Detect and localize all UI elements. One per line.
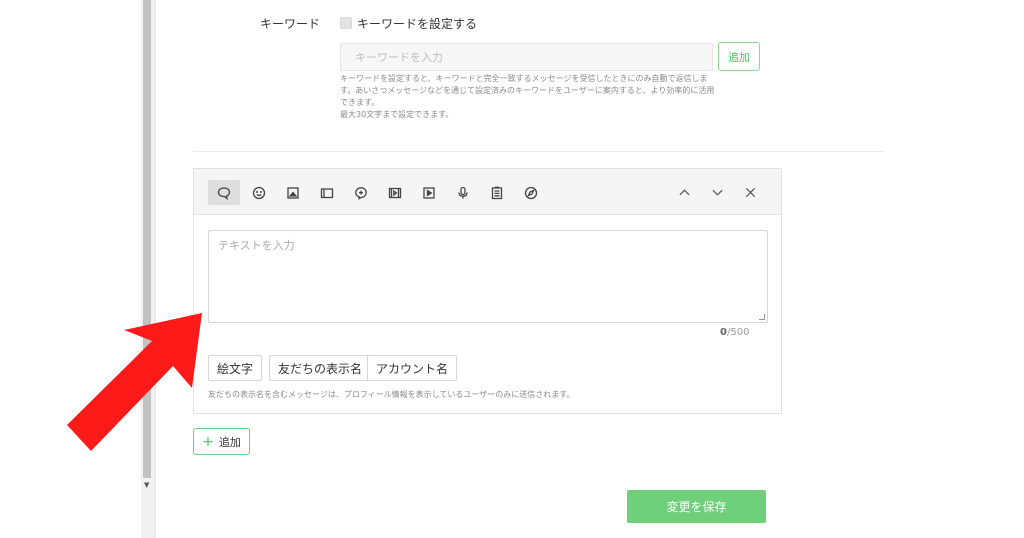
add-message-button[interactable]: + 追加	[193, 428, 250, 455]
message-editor: テキストを入力 絵文字 友だちの表示名 アカウント名 友だちの表示名を含むメッセ…	[193, 168, 782, 414]
scrollbar-thumb[interactable]	[143, 0, 151, 478]
close-icon[interactable]	[740, 182, 760, 202]
keyword-help-line: す。あいさつメッセージなどを通じて設定済みのキーワードをユーザーに案内すると、よ…	[340, 86, 715, 95]
chevron-up-icon[interactable]	[674, 182, 694, 202]
keyword-checkbox-label[interactable]: キーワードを設定する	[357, 15, 477, 32]
editor-toolbar	[194, 169, 781, 215]
survey-icon[interactable]	[481, 180, 513, 205]
image-icon[interactable]	[277, 180, 309, 205]
character-counter: 0/500	[720, 327, 749, 338]
keyword-help-text: キーワードを設定すると、キーワードと完全一致するメッセージを受信したときにのみ自…	[340, 73, 760, 121]
keyword-help-line: キーワードを設定すると、キーワードと完全一致するメッセージを受信したときにのみ自…	[340, 74, 708, 83]
video-icon[interactable]	[379, 180, 411, 205]
save-changes-button[interactable]: 変更を保存	[627, 490, 766, 523]
play-icon[interactable]	[413, 180, 445, 205]
page: ▼ キーワード キーワードを設定する 追加 キーワードを設定すると、キーワードと…	[0, 0, 1024, 538]
keyword-help-line: 最大30文字まで設定できます。	[340, 110, 454, 119]
keyword-add-button[interactable]: 追加	[718, 42, 760, 71]
account-name-insert-button[interactable]: アカウント名	[367, 355, 458, 381]
counter-current: 0	[720, 327, 727, 338]
card-icon[interactable]	[311, 180, 343, 205]
compass-icon[interactable]	[515, 180, 547, 205]
friend-name-note: 友だちの表示名を含むメッセージは、プロフィール情報を表示しているユーザーのみに送…	[208, 390, 575, 399]
chevron-down-icon[interactable]	[707, 182, 727, 202]
friend-name-insert-button[interactable]: 友だちの表示名	[269, 355, 372, 381]
keyword-checkbox[interactable]	[340, 17, 352, 29]
plus-icon: +	[202, 433, 214, 450]
scroll-down-arrow-icon[interactable]: ▼	[144, 481, 149, 489]
microphone-icon[interactable]	[447, 180, 479, 205]
message-text-placeholder: テキストを入力	[218, 239, 295, 252]
resize-handle-icon[interactable]	[759, 314, 765, 320]
speech-bubble-icon[interactable]	[208, 180, 240, 205]
keyword-input[interactable]	[340, 43, 713, 71]
section-divider	[193, 151, 885, 152]
counter-max: /500	[726, 327, 750, 338]
message-text-input[interactable]: テキストを入力	[208, 230, 768, 323]
emoji-insert-button[interactable]: 絵文字	[208, 355, 263, 381]
coupon-icon[interactable]	[345, 180, 377, 205]
keyword-help-line: できます。	[340, 98, 380, 107]
emoji-icon[interactable]	[243, 180, 275, 205]
add-message-label: 追加	[218, 435, 241, 449]
keyword-label: キーワード	[260, 17, 321, 31]
